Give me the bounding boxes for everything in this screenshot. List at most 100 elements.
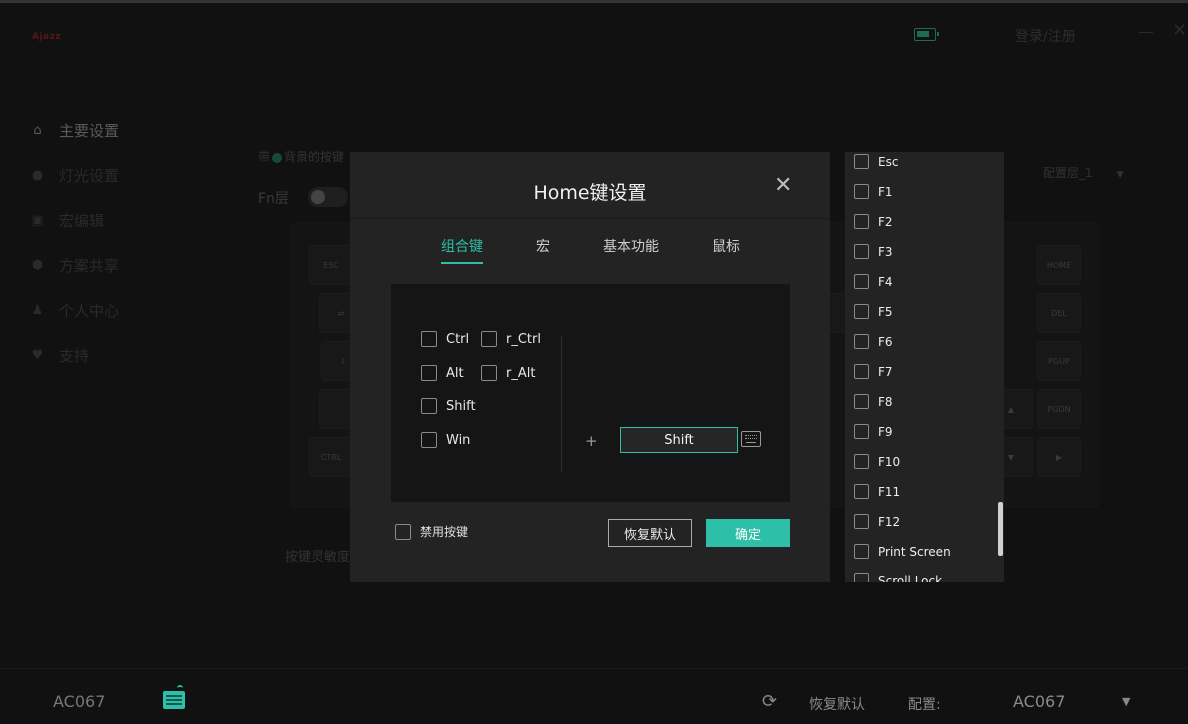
sidebar-item-label: 个人中心 bbox=[59, 302, 120, 320]
home-icon: ⌂ bbox=[33, 123, 42, 138]
dialog-title: Home键设置 bbox=[533, 182, 647, 204]
fn-layer-label: Fn层 bbox=[258, 191, 289, 207]
key-sensitivity-label: 按键灵敏度 bbox=[285, 550, 351, 565]
green-dot-icon bbox=[272, 152, 283, 163]
bulb-icon: ● bbox=[31, 168, 44, 183]
checkbox-icon bbox=[854, 454, 869, 469]
wireless-keyboard-icon bbox=[163, 685, 185, 709]
divider bbox=[350, 218, 830, 219]
list-item[interactable]: Scroll Lock bbox=[854, 573, 942, 582]
checkbox-icon bbox=[854, 274, 869, 289]
divider bbox=[561, 336, 562, 472]
key-input-field[interactable]: Shift bbox=[620, 427, 738, 453]
scrollbar[interactable] bbox=[998, 502, 1003, 556]
list-item[interactable]: F2 bbox=[854, 214, 893, 229]
fn-layer-toggle[interactable] bbox=[308, 187, 348, 207]
home-key-dialog: Home键设置 ✕ 组合键 宏 基本功能 鼠标 Ctrl r_Ctrl Alt … bbox=[350, 152, 830, 582]
key-home[interactable]: HOME bbox=[1037, 245, 1081, 285]
config-label: 配置: bbox=[908, 697, 941, 713]
combo-key-panel: Ctrl r_Ctrl Alt r_Alt Shift Win + Shift bbox=[391, 284, 790, 502]
tab-macro[interactable]: 宏 bbox=[536, 236, 550, 262]
key-pgup[interactable]: PGUP bbox=[1037, 341, 1081, 381]
shift-checkbox[interactable]: Shift bbox=[421, 398, 476, 414]
disable-key-checkbox[interactable]: 禁用按键 bbox=[395, 523, 468, 540]
checkbox-icon bbox=[854, 364, 869, 379]
checkbox-icon bbox=[481, 365, 497, 381]
restore-default-button[interactable]: 恢复默认 bbox=[608, 519, 692, 547]
dialog-tabs: 组合键 宏 基本功能 鼠标 bbox=[350, 236, 830, 266]
close-icon[interactable]: ✕ bbox=[774, 173, 792, 198]
checkbox-icon bbox=[421, 398, 437, 414]
list-item[interactable]: F9 bbox=[854, 424, 893, 439]
sidebar-item-label: 主要设置 bbox=[59, 122, 120, 140]
r-ctrl-checkbox[interactable]: r_Ctrl bbox=[481, 331, 541, 347]
battery-icon bbox=[914, 28, 939, 41]
list-item[interactable]: F7 bbox=[854, 364, 893, 379]
key-right[interactable]: ▶ bbox=[1037, 437, 1081, 477]
checkbox-icon bbox=[854, 244, 869, 259]
checkbox-icon bbox=[854, 394, 869, 409]
checkbox-icon bbox=[854, 334, 869, 349]
restore-default-link[interactable]: 恢复默认 bbox=[809, 694, 865, 714]
r-alt-checkbox[interactable]: r_Alt bbox=[481, 365, 535, 381]
list-item[interactable]: Print Screen bbox=[854, 544, 951, 559]
checkbox-icon bbox=[854, 184, 869, 199]
confirm-button[interactable]: 确定 bbox=[706, 519, 790, 547]
bottom-bar: AC067 ⟳ 恢复默认 配置: AC067 ▼ bbox=[0, 668, 1188, 724]
checkbox-icon bbox=[854, 304, 869, 319]
list-item[interactable]: F5 bbox=[854, 304, 893, 319]
sidebar-item-label: 宏编辑 bbox=[59, 212, 105, 230]
sidebar-item-main-settings[interactable]: ⌂ 主要设置 bbox=[30, 120, 119, 141]
checkbox-icon bbox=[395, 523, 411, 540]
share-icon: ⬢ bbox=[31, 258, 44, 273]
list-item[interactable]: F3 bbox=[854, 244, 893, 259]
checkbox-icon bbox=[854, 424, 869, 439]
keyboard-icon[interactable] bbox=[741, 431, 761, 447]
sidebar-item-label: 方案共享 bbox=[59, 257, 120, 275]
device-model: AC067 bbox=[53, 692, 106, 711]
list-item[interactable]: F6 bbox=[854, 334, 893, 349]
list-item[interactable]: F11 bbox=[854, 484, 900, 499]
tab-combo-key[interactable]: 组合键 bbox=[441, 236, 483, 264]
checkbox-icon bbox=[854, 154, 869, 169]
alt-checkbox[interactable]: Alt bbox=[421, 365, 464, 381]
key-pgdn[interactable]: PGDN bbox=[1037, 389, 1081, 429]
checkbox-icon bbox=[481, 331, 497, 347]
login-link[interactable]: 登录/注册 bbox=[1015, 26, 1076, 46]
key-ctrl[interactable]: CTRL bbox=[309, 437, 353, 477]
sidebar-item-macro[interactable]: ▣ 宏编辑 bbox=[30, 210, 104, 231]
checkbox-icon bbox=[854, 484, 869, 499]
checkbox-icon bbox=[854, 573, 869, 582]
checkbox-icon bbox=[421, 432, 437, 448]
list-item[interactable]: F4 bbox=[854, 274, 893, 289]
checkbox-icon bbox=[854, 514, 869, 529]
sidebar-item-label: 灯光设置 bbox=[59, 167, 120, 185]
list-item[interactable]: F1 bbox=[854, 184, 893, 199]
chevron-down-icon: ▼ bbox=[1116, 170, 1124, 180]
key-del[interactable]: DEL bbox=[1037, 293, 1081, 333]
sidebar-item-support[interactable]: ♥ 支持 bbox=[30, 345, 89, 366]
app-window: Ajazz 登录/注册 — ✕ ⌂ 主要设置 ● 灯光设置 ▣ 宏编辑 ⬢ 方案… bbox=[0, 0, 1188, 724]
brand-logo: Ajazz bbox=[32, 32, 62, 42]
win-checkbox[interactable]: Win bbox=[421, 432, 470, 448]
list-item[interactable]: F8 bbox=[854, 394, 893, 409]
config-select[interactable]: AC067 bbox=[1013, 692, 1065, 711]
checkbox-icon bbox=[421, 365, 437, 381]
ctrl-checkbox[interactable]: Ctrl bbox=[421, 331, 469, 347]
background-hint: 带背景的按键 bbox=[258, 150, 345, 164]
tab-mouse[interactable]: 鼠标 bbox=[712, 236, 740, 262]
list-item[interactable]: F12 bbox=[854, 514, 900, 529]
profile-layer-select[interactable]: 配置层_1 ▼ bbox=[1043, 164, 1124, 181]
sidebar-item-share[interactable]: ⬢ 方案共享 bbox=[30, 255, 119, 276]
plus-sign: + bbox=[585, 432, 598, 450]
tab-basic-function[interactable]: 基本功能 bbox=[603, 236, 659, 262]
chevron-down-icon[interactable]: ▼ bbox=[1122, 695, 1130, 708]
close-window-icon[interactable]: ✕ bbox=[1172, 20, 1187, 41]
list-item[interactable]: Esc bbox=[854, 154, 898, 169]
key-esc[interactable]: ESC bbox=[309, 245, 353, 285]
refresh-icon[interactable]: ⟳ bbox=[762, 691, 777, 712]
minimize-icon[interactable]: — bbox=[1138, 22, 1154, 41]
list-item[interactable]: F10 bbox=[854, 454, 900, 469]
sidebar-item-user-center[interactable]: ♟ 个人中心 bbox=[30, 300, 119, 321]
sidebar-item-lighting[interactable]: ● 灯光设置 bbox=[30, 165, 119, 186]
